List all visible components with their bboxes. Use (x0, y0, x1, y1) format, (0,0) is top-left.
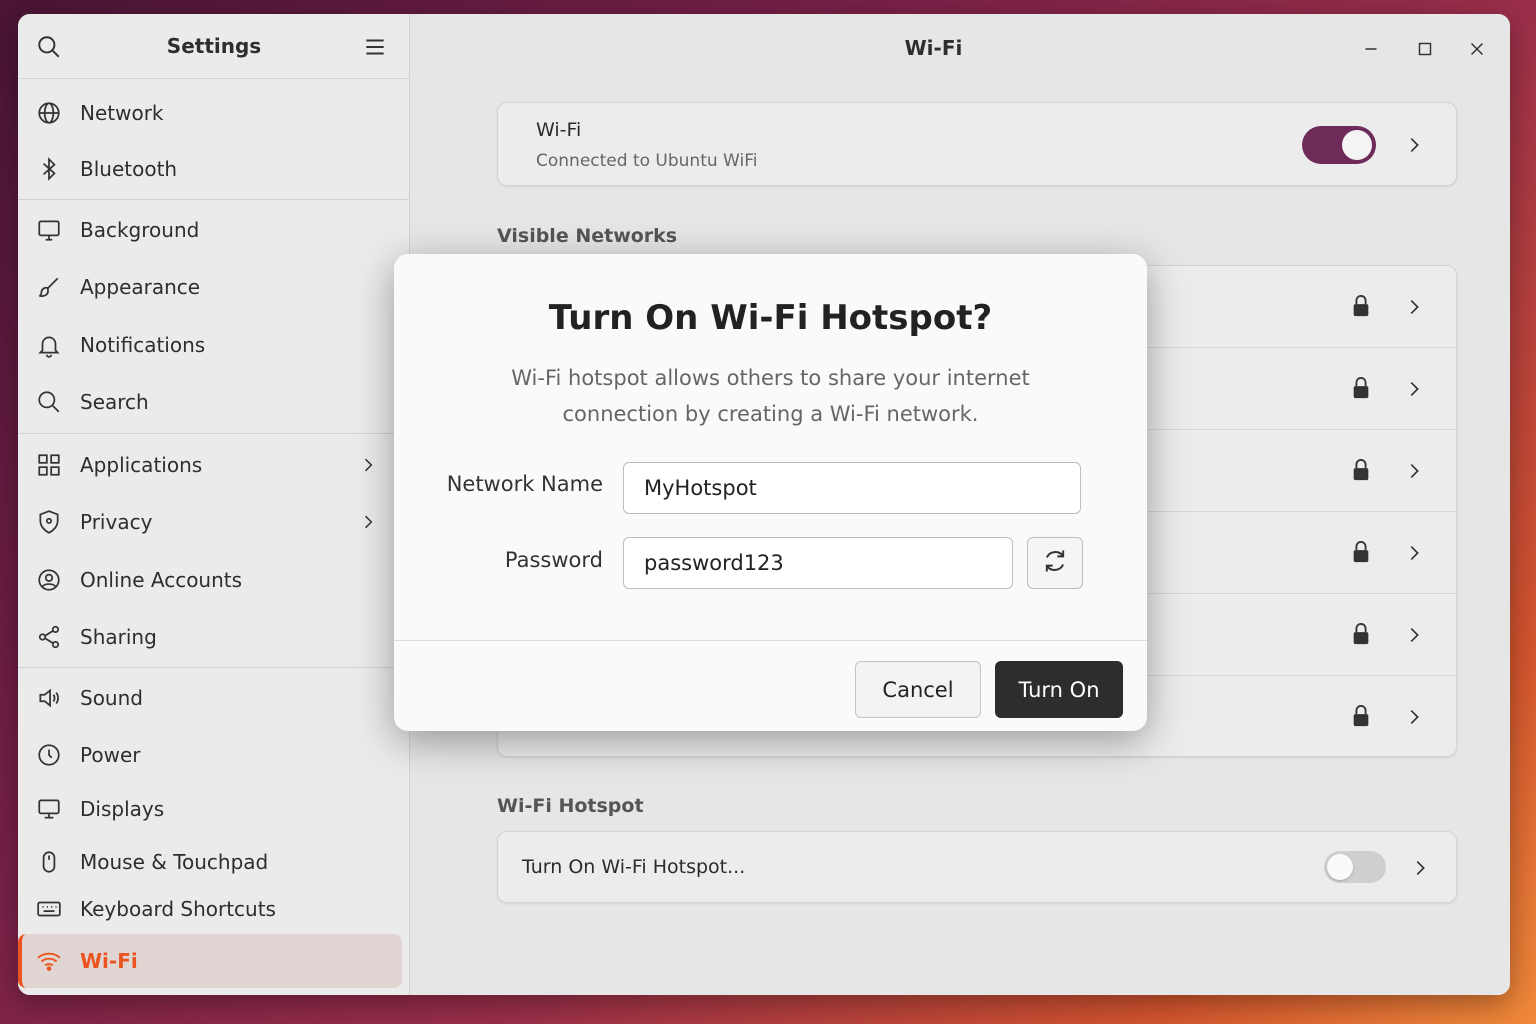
display-icon (36, 796, 62, 822)
wifi-status-card[interactable]: Wi-Fi Connected to Ubuntu WiFi (497, 102, 1457, 186)
password-label: Password (504, 548, 603, 572)
sidebar-item-search[interactable]: Search (18, 376, 410, 428)
chevron-right-icon (1403, 542, 1425, 564)
chevron-right-icon[interactable] (1409, 857, 1431, 879)
wifi-card-subtitle: Connected to Ubuntu WiFi (536, 151, 758, 171)
sidebar-item-network[interactable]: Network (18, 87, 410, 139)
chevron-right-icon (1403, 296, 1425, 318)
maximize-icon[interactable] (1414, 38, 1436, 60)
sidebar-item-label: Applications (80, 453, 203, 477)
grid-icon (36, 452, 62, 478)
search-icon (36, 389, 62, 415)
user-circle-icon (36, 567, 62, 593)
wifi-hotspot-card[interactable]: Turn On Wi-Fi Hotspot... (497, 831, 1457, 903)
hotspot-toggle[interactable] (1324, 851, 1386, 883)
sidebar-item-label: Notifications (80, 333, 206, 357)
wifi-hotspot-heading: Wi-Fi Hotspot (497, 795, 644, 817)
sidebar-item-label: Keyboard Shortcuts (80, 897, 276, 921)
lock-icon (1350, 540, 1372, 564)
regenerate-password-button[interactable] (1027, 537, 1083, 589)
sidebar-item-label: Wi-Fi (80, 949, 138, 973)
menu-icon[interactable] (362, 34, 388, 60)
password-input[interactable] (623, 537, 1013, 589)
lock-icon (1350, 458, 1372, 482)
sidebar-item-label: Bluetooth (80, 157, 178, 181)
sidebar-item-background[interactable]: Background (18, 204, 410, 256)
turn-on-button[interactable]: Turn On (995, 661, 1123, 718)
sidebar-item-wifi[interactable]: Wi-Fi (18, 934, 402, 988)
close-icon[interactable] (1466, 38, 1488, 60)
visible-networks-heading: Visible Networks (497, 225, 678, 247)
chevron-right-icon[interactable] (1403, 134, 1425, 156)
sidebar-item-label: Power (80, 743, 141, 767)
chevron-right-icon (358, 455, 378, 475)
network-name-label: Network Name (446, 472, 603, 496)
dialog-description: Wi-Fi hotspot allows others to share you… (511, 366, 1030, 426)
sidebar-item-label: Displays (80, 797, 165, 821)
sidebar-item-label: Sharing (80, 625, 157, 649)
wifi-card-title: Wi-Fi (536, 119, 582, 141)
divider (18, 667, 410, 668)
divider (18, 433, 410, 434)
sidebar-item-label: Appearance (80, 275, 201, 299)
lock-icon (1350, 704, 1372, 728)
chevron-right-icon (1403, 460, 1425, 482)
lock-icon (1350, 622, 1372, 646)
power-icon (36, 742, 62, 768)
sidebar-item-displays[interactable]: Displays (18, 783, 410, 835)
wifi-icon (36, 948, 62, 974)
mouse-icon (36, 849, 62, 875)
dialog-title: Turn On Wi-Fi Hotspot? (548, 298, 993, 338)
keyboard-icon (36, 896, 62, 922)
chevron-right-icon (358, 512, 378, 532)
brush-icon (36, 274, 62, 300)
speaker-icon (36, 685, 62, 711)
wifi-toggle[interactable] (1302, 126, 1376, 164)
hotspot-row-label: Turn On Wi-Fi Hotspot... (522, 856, 746, 878)
monitor-icon (36, 217, 62, 243)
share-icon (36, 624, 62, 650)
sidebar-item-keyboard-shortcuts[interactable]: Keyboard Shortcuts (18, 883, 410, 935)
sidebar-item-applications[interactable]: Applications (18, 439, 410, 491)
sidebar: Settings Network Bluetooth Background Ap… (18, 14, 410, 995)
cancel-button[interactable]: Cancel (855, 661, 981, 718)
sidebar-item-label: Online Accounts (80, 568, 243, 592)
chevron-right-icon (1403, 706, 1425, 728)
minimize-icon[interactable] (1360, 38, 1382, 60)
chevron-right-icon (1403, 624, 1425, 646)
sidebar-item-mouse-touchpad[interactable]: Mouse & Touchpad (18, 836, 410, 888)
sidebar-item-appearance[interactable]: Appearance (18, 261, 410, 313)
hotspot-dialog: Turn On Wi-Fi Hotspot? Wi-Fi hotspot all… (394, 254, 1147, 731)
sidebar-item-online-accounts[interactable]: Online Accounts (18, 554, 410, 606)
sidebar-item-privacy[interactable]: Privacy (18, 496, 410, 548)
sidebar-item-power[interactable]: Power (18, 729, 410, 781)
sidebar-item-notifications[interactable]: Notifications (18, 319, 410, 371)
sidebar-item-label: Mouse & Touchpad (80, 850, 269, 874)
sidebar-item-bluetooth[interactable]: Bluetooth (18, 143, 410, 195)
sidebar-title: Settings (166, 34, 262, 58)
chevron-right-icon (1403, 378, 1425, 400)
page-title: Wi-Fi (904, 36, 963, 60)
sidebar-item-label: Background (80, 218, 200, 242)
sidebar-item-label: Network (80, 101, 164, 125)
lock-icon (1350, 294, 1372, 318)
lock-icon (1350, 376, 1372, 400)
sidebar-item-label: Privacy (80, 510, 153, 534)
bell-icon (36, 332, 62, 358)
sidebar-header: Settings (18, 14, 410, 79)
shield-icon (36, 509, 62, 535)
sidebar-item-label: Sound (80, 686, 143, 710)
network-name-input[interactable] (623, 462, 1081, 514)
sidebar-item-sound[interactable]: Sound (18, 672, 410, 724)
sidebar-item-label: Search (80, 390, 149, 414)
refresh-icon (1041, 547, 1069, 579)
bluetooth-icon (36, 156, 62, 182)
globe-icon (36, 100, 62, 126)
divider (18, 199, 410, 200)
divider (394, 640, 1147, 641)
sidebar-item-sharing[interactable]: Sharing (18, 611, 410, 663)
